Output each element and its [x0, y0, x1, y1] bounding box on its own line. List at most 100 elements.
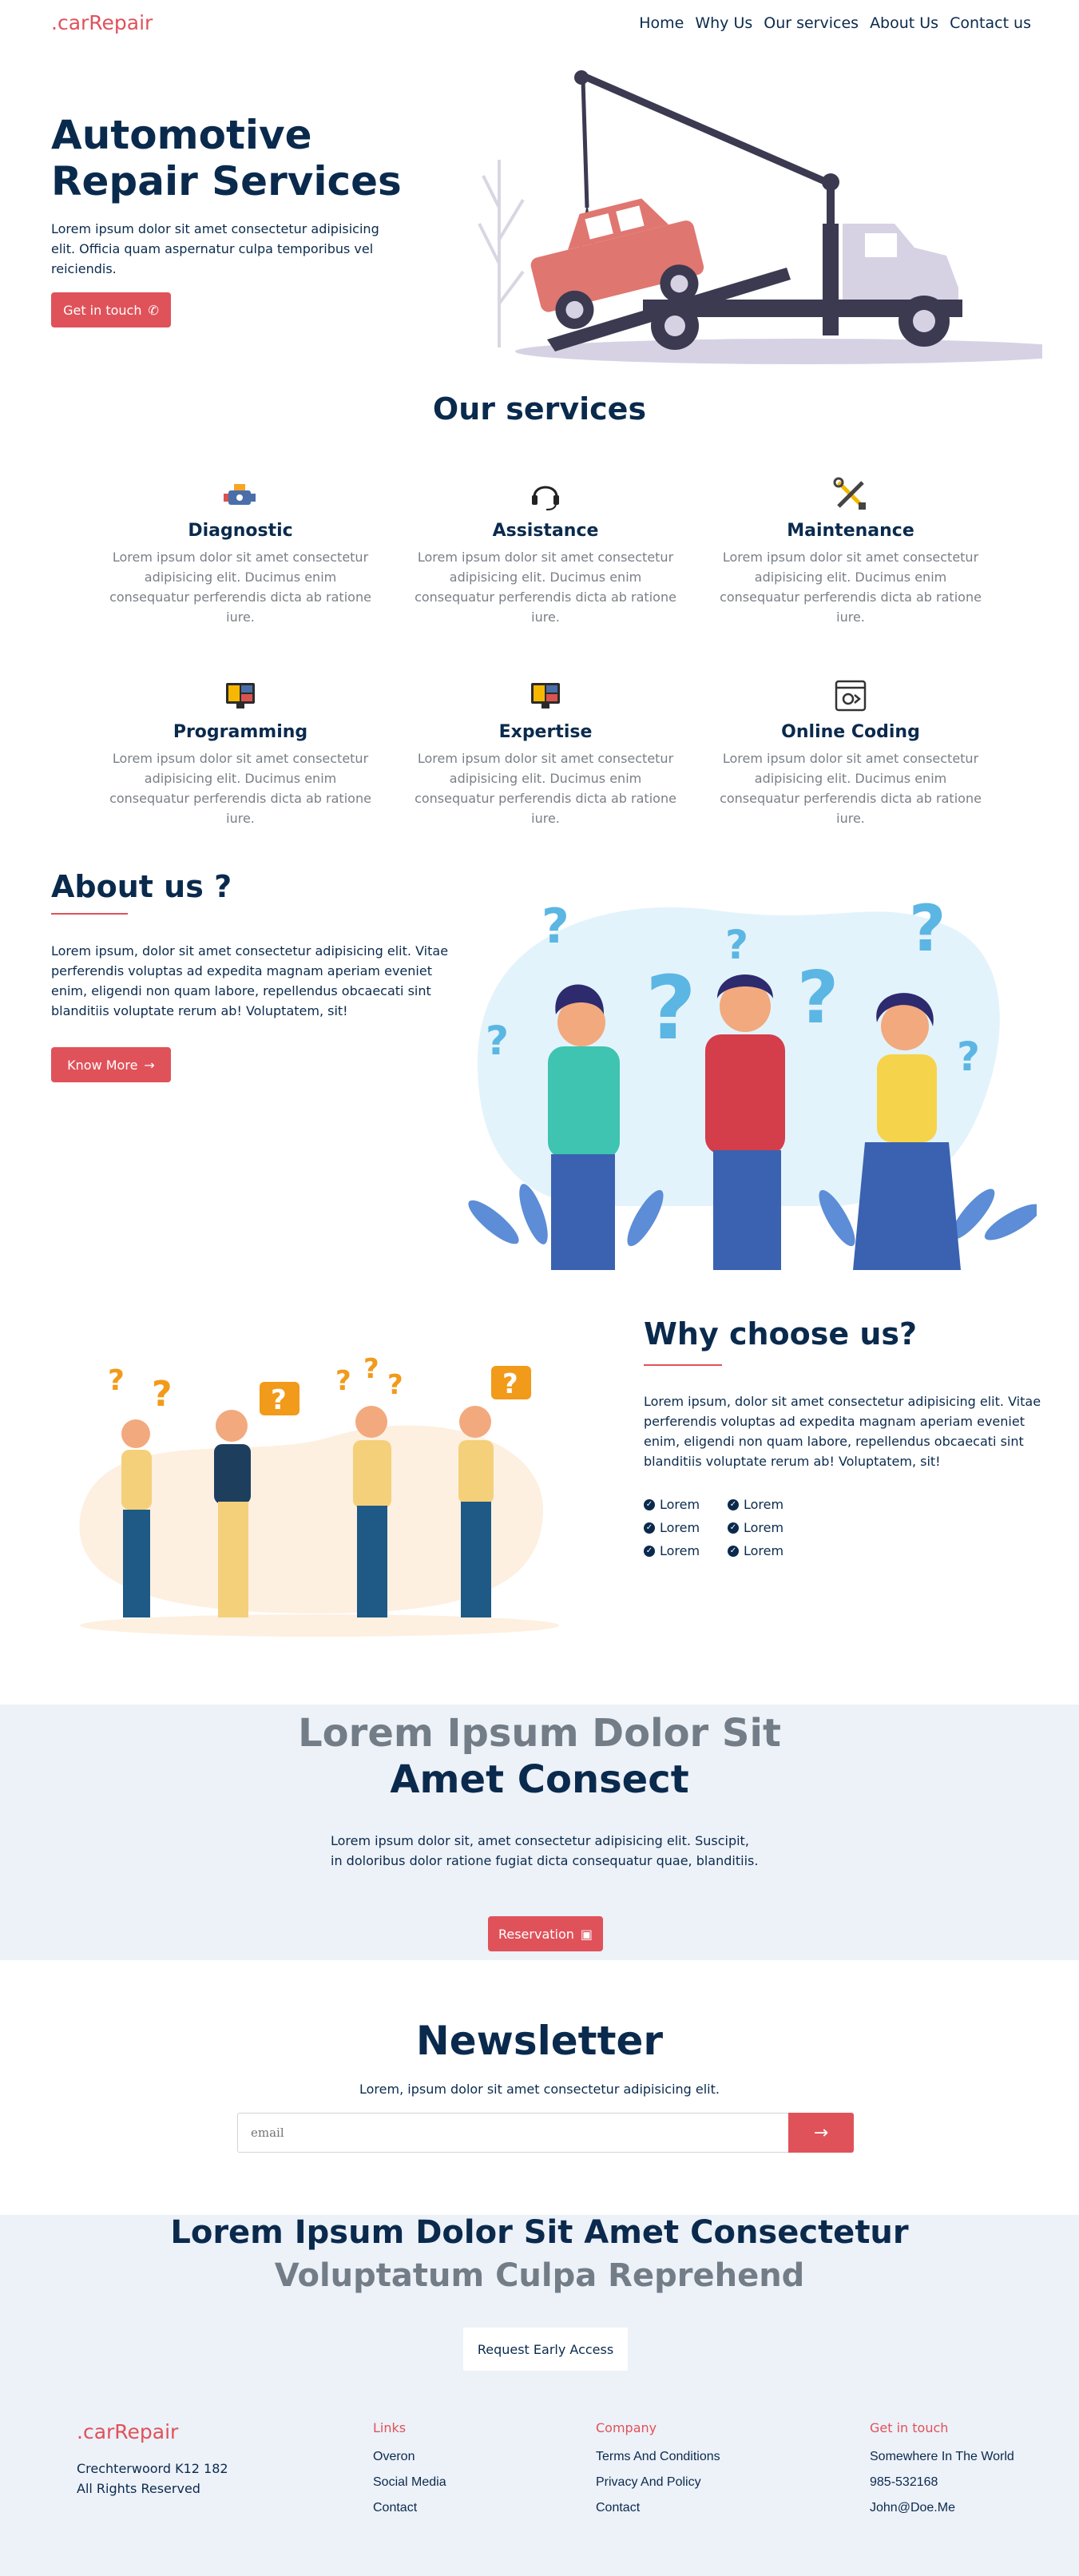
footer-rights-line: All Rights Reserved [77, 2481, 200, 2496]
nav-link-home[interactable]: Home [639, 14, 684, 32]
cta-heading-line2: Amet Consect [390, 1757, 689, 1802]
footer-link-terms[interactable]: Terms And Conditions [596, 2450, 720, 2464]
svg-text:?: ? [387, 1369, 403, 1401]
service-description: Lorem ipsum dolor sit amet consectetur a… [720, 751, 982, 826]
svg-text:?: ? [541, 899, 569, 955]
nav-link-about-us[interactable]: About Us [870, 14, 938, 32]
svg-text:?: ? [271, 1384, 287, 1416]
feature-item: ✓ Lorem [728, 1497, 811, 1512]
tow-truck-illustration [478, 70, 1042, 364]
phone-icon: ✆ [148, 302, 159, 318]
svg-text:?: ? [152, 1374, 173, 1415]
feature-item: ✓ Lorem [644, 1543, 728, 1558]
about-description: Lorem ipsum, dolor sit amet consectetur … [51, 943, 449, 1018]
footer-link-overon[interactable]: Overon [373, 2450, 446, 2464]
email-input[interactable] [237, 2113, 788, 2153]
footer-column-company: Company Terms And Conditions Privacy And… [596, 2420, 720, 2526]
why-description: Lorem ipsum, dolor sit amet consectetur … [644, 1394, 1041, 1469]
get-in-touch-label: Get in touch [63, 302, 142, 318]
footer-address: Crechterwoord K12 182 All Rights Reserve… [77, 2459, 228, 2499]
nav-link-contact-us[interactable]: Contact us [950, 14, 1031, 32]
arrow-right-icon: → [144, 1057, 155, 1073]
about-underline [51, 913, 128, 915]
footer-column-title: Company [596, 2420, 657, 2435]
footer-column-get-in-touch: Get in touch Somewhere In The World 985-… [870, 2420, 1014, 2526]
check-circle-icon: ✓ [728, 1498, 739, 1510]
engine-icon [224, 484, 256, 505]
why-underline [644, 1364, 722, 1366]
svg-text:?: ? [486, 1018, 509, 1064]
calendar-icon: ▣ [580, 1926, 593, 1942]
reservation-button[interactable]: Reservation ▣ [488, 1916, 603, 1951]
service-description: Lorem ipsum dolor sit amet consectetur a… [109, 751, 371, 826]
brand-logo[interactable]: .carRepair [51, 11, 153, 34]
service-card-maintenance: Maintenance Lorem ipsum dolor sit amet c… [719, 476, 982, 627]
feature-item: ✓ Lorem [728, 1520, 811, 1535]
svg-text:?: ? [335, 1365, 351, 1397]
get-in-touch-button[interactable]: Get in touch ✆ [51, 292, 171, 327]
hero-description: Lorem ipsum dolor sit amet consectetur a… [51, 221, 379, 276]
expertise-monitor-icon [531, 683, 560, 708]
svg-text:?: ? [909, 891, 946, 966]
svg-text:?: ? [108, 1364, 125, 1397]
nav-links: Home Why Us Our services About Us Contac… [639, 14, 1031, 32]
arrow-right-icon: → [813, 2122, 829, 2143]
service-title: Programming [173, 722, 308, 742]
reservation-label: Reservation [498, 1926, 574, 1942]
why-choose-us-illustration: ? ? ? ? ? ? ? [79, 1353, 559, 1637]
headset-icon [532, 486, 559, 510]
service-description: Lorem ipsum dolor sit amet consectetur a… [415, 751, 676, 826]
service-title: Online Coding [781, 722, 920, 742]
footer-location[interactable]: Somewhere In The World [870, 2450, 1014, 2464]
svg-text:?: ? [797, 956, 839, 1040]
footer-email[interactable]: John@Doe.Me [870, 2501, 1014, 2515]
footer-phone[interactable]: 985-532168 [870, 2475, 1014, 2490]
programming-monitor-icon [226, 683, 255, 708]
page: .carRepair Home Why Us Our services Abou… [0, 0, 1079, 2576]
service-description: Lorem ipsum dolor sit amet consectetur a… [415, 550, 676, 625]
about-title: About us ? [51, 869, 232, 904]
code-window-icon [835, 680, 867, 712]
service-card-expertise: Expertise Lorem ipsum dolor sit amet con… [414, 677, 677, 828]
check-circle-icon: ✓ [644, 1545, 655, 1557]
feature-item: ✓ Lorem [728, 1543, 811, 1558]
check-circle-icon: ✓ [728, 1545, 739, 1557]
footer-logo[interactable]: .carRepair [77, 2420, 178, 2443]
service-card-diagnostic: Diagnostic Lorem ipsum dolor sit amet co… [109, 476, 372, 627]
cta-description: Lorem ipsum dolor sit, amet consectetur … [331, 1833, 759, 1868]
check-circle-icon: ✓ [644, 1498, 655, 1510]
footer-link-social-media[interactable]: Social Media [373, 2475, 446, 2490]
nav-link-why-us[interactable]: Why Us [695, 14, 752, 32]
svg-text:?: ? [645, 957, 696, 1059]
footer-heading-line1: Lorem Ipsum Dolor Sit Amet Consectetur [170, 2214, 909, 2251]
newsletter-submit-button[interactable]: → [788, 2113, 854, 2153]
services-title: Our services [432, 391, 647, 427]
footer-column-links: Links Overon Social Media Contact [373, 2420, 446, 2526]
why-feature-list: ✓ Lorem ✓ Lorem ✓ Lorem ✓ Lorem ✓ Lorem ✓ Lore… [644, 1497, 811, 1558]
footer-link-contact[interactable]: Contact [373, 2501, 446, 2515]
tools-icon [833, 477, 866, 510]
footer-link-privacy[interactable]: Privacy And Policy [596, 2475, 720, 2490]
request-early-access-button[interactable]: Request Early Access [463, 2328, 628, 2371]
footer-address-line: Crechterwoord K12 182 [77, 2461, 228, 2476]
footer-heading-line2: Voluptatum Culpa Reprehend [274, 2257, 805, 2294]
newsletter-subtitle: Lorem, ipsum dolor sit amet consectetur … [359, 2082, 720, 2097]
footer-column-title: Links [373, 2420, 407, 2435]
feature-item: ✓ Lorem [644, 1497, 728, 1512]
svg-text:?: ? [725, 922, 748, 968]
why-title: Why choose us? [644, 1316, 918, 1352]
know-more-button[interactable]: Know More → [51, 1047, 171, 1082]
nav-link-our-services[interactable]: Our services [764, 14, 859, 32]
service-description: Lorem ipsum dolor sit amet consectetur a… [109, 550, 371, 625]
service-title: Expertise [498, 722, 593, 742]
service-card-programming: Programming Lorem ipsum dolor sit amet c… [109, 677, 372, 828]
check-circle-icon: ✓ [728, 1522, 739, 1534]
service-card-online-coding: Online Coding Lorem ipsum dolor sit amet… [719, 677, 982, 828]
cta-heading-line1: Lorem Ipsum Dolor Sit [298, 1711, 781, 1756]
top-navigation: .carRepair Home Why Us Our services Abou… [0, 0, 1079, 50]
service-description: Lorem ipsum dolor sit amet consectetur a… [720, 550, 982, 625]
confused-people-illustration: ? ? ? ? ? ? ? [468, 891, 1037, 1270]
service-title: Maintenance [787, 521, 914, 541]
feature-item: ✓ Lorem [644, 1520, 728, 1535]
footer-link-contact[interactable]: Contact [596, 2501, 720, 2515]
